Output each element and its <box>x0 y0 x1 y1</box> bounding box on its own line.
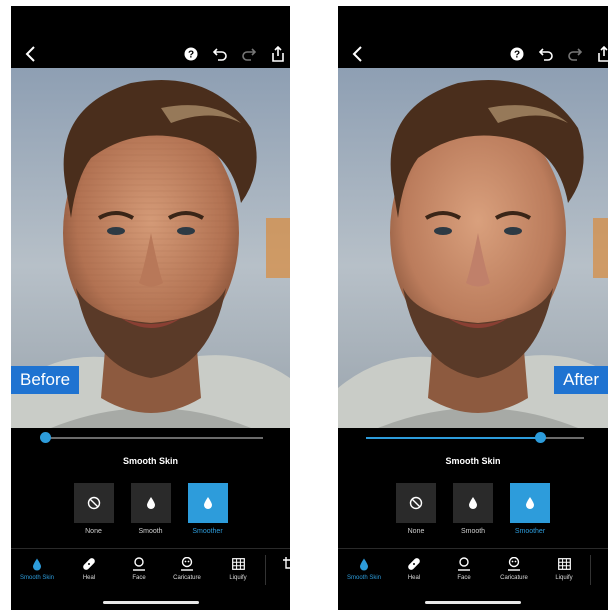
tool-liquify[interactable]: Liquify <box>215 557 261 581</box>
option-smooth[interactable]: Smooth <box>130 483 171 535</box>
phone-after: ? After Smooth Skin None Smooth Smoother… <box>338 6 608 610</box>
drop-icon <box>203 497 212 509</box>
tool-smooth-skin[interactable]: Smooth Skin <box>341 557 387 581</box>
tool-caricature[interactable]: Caricature <box>164 557 210 581</box>
tools-bar: Smooth Skin Heal Face Caricature Liquify… <box>11 548 290 593</box>
tool-label: Liquify <box>229 575 247 581</box>
tool-smooth-skin[interactable]: Smooth Skin <box>14 557 60 581</box>
tool-label: Face <box>132 575 146 581</box>
tool-label: Smooth Skin <box>19 575 55 581</box>
no-symbol-icon <box>409 496 423 510</box>
after-badge: After <box>554 366 608 394</box>
tool-label: Face <box>457 575 471 581</box>
grid-icon <box>557 557 571 571</box>
home-indicator <box>102 601 199 604</box>
tool-label: Smooth Skin <box>346 575 382 581</box>
top-toolbar: ? <box>338 44 608 66</box>
tool-label: Liquify <box>555 575 573 581</box>
option-smooth[interactable]: Smooth <box>453 483 493 535</box>
tool-label: Caricature <box>500 575 528 581</box>
back-icon[interactable] <box>23 44 39 64</box>
bandage-icon <box>82 557 96 571</box>
tool-heal[interactable]: Heal <box>391 557 437 581</box>
smooth-options: None Smooth Smoother <box>338 483 608 535</box>
option-label: None <box>85 528 102 535</box>
section-title: Smooth Skin <box>122 456 178 466</box>
option-smoother[interactable]: Smoother <box>510 483 550 535</box>
crop-icon <box>283 557 290 571</box>
undo-icon[interactable] <box>538 46 554 62</box>
tool-crop[interactable]: Cr <box>259 557 290 581</box>
top-toolbar: ? <box>11 44 290 66</box>
slider-thumb[interactable] <box>535 432 547 443</box>
tool-face[interactable]: Face <box>441 557 487 581</box>
slider-thumb[interactable] <box>40 432 51 443</box>
smooth-slider[interactable] <box>40 432 263 443</box>
slider-track <box>45 437 263 439</box>
undo-icon[interactable] <box>212 46 228 62</box>
before-badge: Before <box>11 366 80 394</box>
option-label: Smoother <box>514 528 546 535</box>
option-label: Smooth <box>460 528 486 535</box>
drop-icon <box>357 557 371 571</box>
caricature-icon <box>507 557 521 571</box>
face-icon <box>132 557 146 571</box>
option-none[interactable]: None <box>73 483 114 535</box>
option-label: None <box>407 528 425 535</box>
drop-icon <box>146 497 155 509</box>
smooth-slider[interactable] <box>366 432 584 443</box>
tool-divider <box>590 555 591 585</box>
tool-face[interactable]: Face <box>116 557 162 581</box>
drop-icon <box>30 557 44 571</box>
section-title: Smooth Skin <box>445 456 501 466</box>
redo-icon[interactable] <box>567 46 583 62</box>
tool-liquify[interactable]: Liquify <box>541 557 587 581</box>
tool-label: Caricature <box>173 575 201 581</box>
help-icon[interactable]: ? <box>183 46 199 62</box>
help-icon[interactable]: ? <box>509 46 525 62</box>
tool-label: Heal <box>407 575 421 581</box>
phone-before: ? Before Smooth Skin None Smooth Smoothe… <box>11 6 290 610</box>
bandage-icon <box>407 557 421 571</box>
option-label: Smooth <box>138 528 163 535</box>
option-none[interactable]: None <box>396 483 436 535</box>
share-icon[interactable] <box>270 46 286 62</box>
caricature-icon <box>180 557 194 571</box>
tool-caricature[interactable]: Caricature <box>491 557 537 581</box>
tool-label: Heal <box>82 575 96 581</box>
share-icon[interactable] <box>596 46 608 62</box>
slider-fill <box>366 437 541 439</box>
back-icon[interactable] <box>350 44 366 64</box>
svg-text:?: ? <box>188 50 194 61</box>
option-smoother[interactable]: Smoother <box>187 483 228 535</box>
no-symbol-icon <box>87 496 100 510</box>
redo-icon[interactable] <box>241 46 257 62</box>
svg-text:?: ? <box>514 50 520 61</box>
home-indicator <box>425 601 521 604</box>
tool-heal[interactable]: Heal <box>66 557 112 581</box>
drop-icon <box>469 497 477 509</box>
smooth-options: None Smooth Smoother <box>11 483 290 535</box>
drop-icon <box>526 497 534 509</box>
face-icon <box>457 557 471 571</box>
tools-bar: Smooth Skin Heal Face Caricature Liquify <box>338 548 608 593</box>
option-label: Smoother <box>192 528 223 535</box>
grid-icon <box>231 557 245 571</box>
